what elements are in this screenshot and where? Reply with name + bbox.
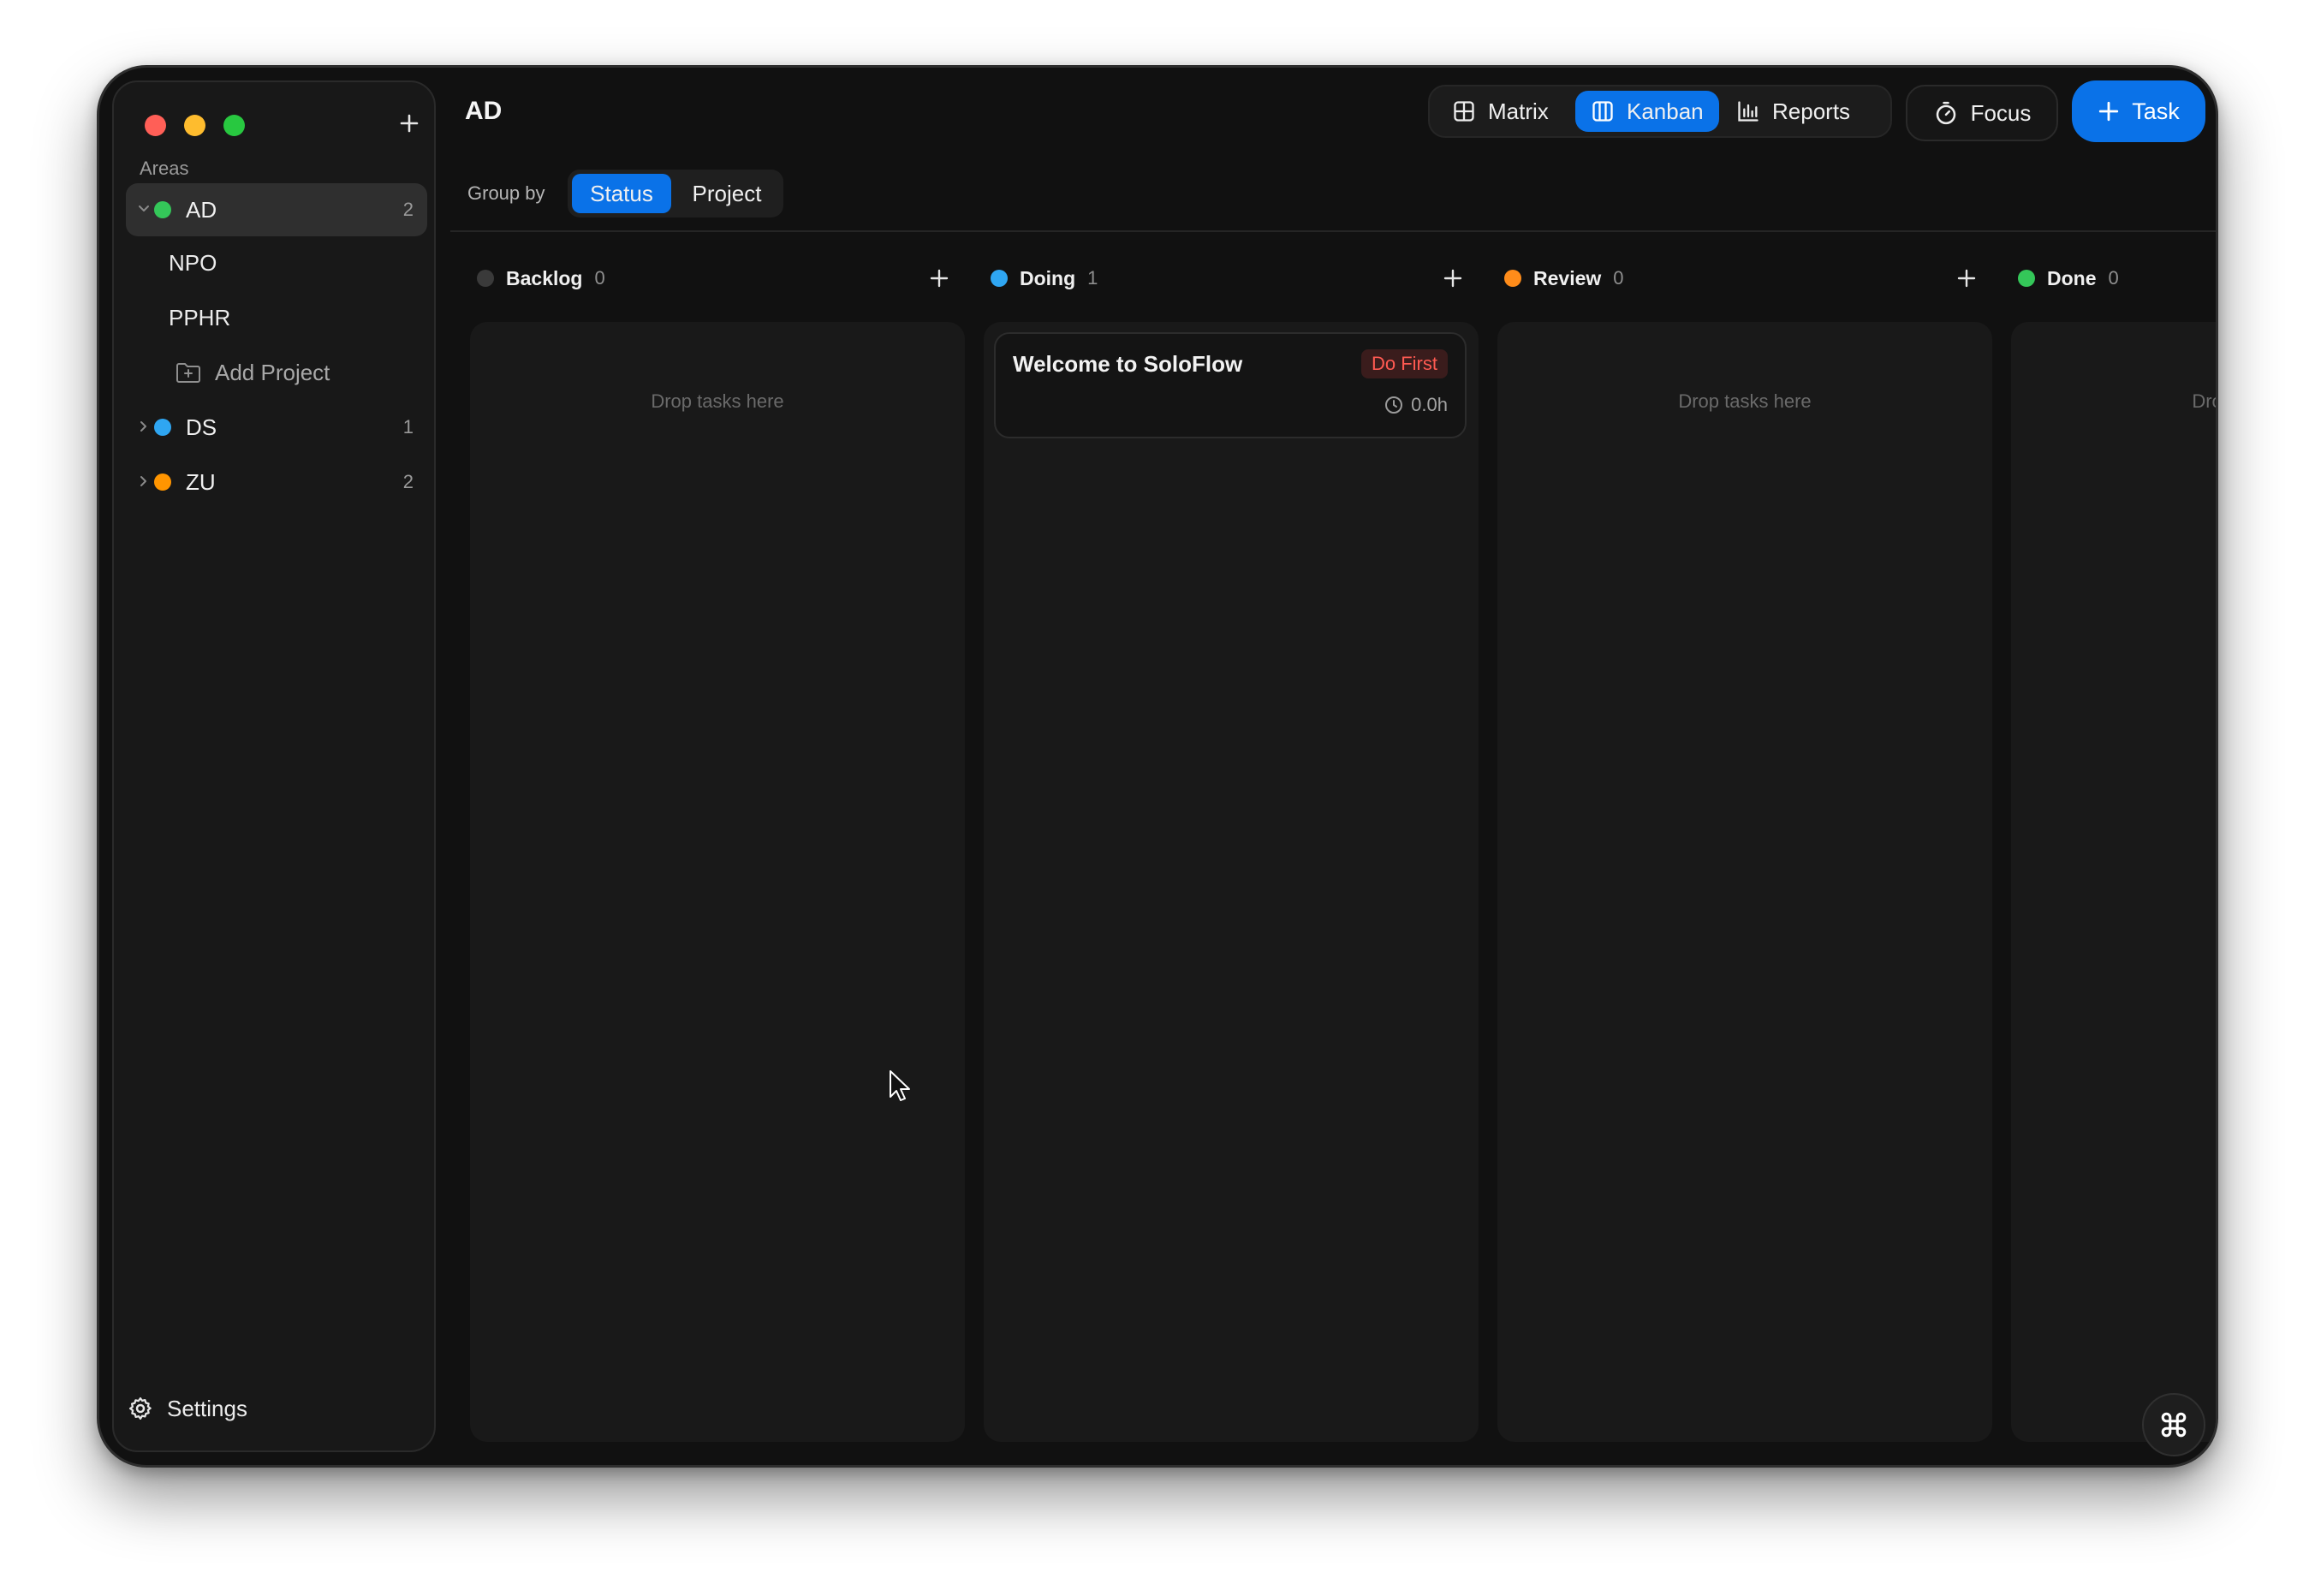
sidebar-area-count: 2 <box>402 471 414 492</box>
app-window: Areas AD 2 NPO PPHR Add Project DS 1 ZU <box>97 65 2218 1468</box>
area-color-dot <box>154 201 171 218</box>
plus-icon <box>1443 269 1462 288</box>
add-project-button[interactable]: Add Project <box>176 346 330 399</box>
area-color-dot <box>154 473 171 491</box>
sidebar-project-pphr[interactable]: PPHR <box>169 291 230 344</box>
command-icon <box>2161 1412 2187 1438</box>
sidebar: Areas AD 2 NPO PPHR Add Project DS 1 ZU <box>112 80 436 1452</box>
gear-icon <box>129 1397 152 1420</box>
tab-reports[interactable]: Reports <box>1721 91 1866 132</box>
kanban-icon <box>1592 101 1613 122</box>
plus-icon <box>2099 101 2119 122</box>
sidebar-area-label: DS <box>186 414 217 440</box>
folder-plus-icon <box>176 363 200 383</box>
chevron-right-icon[interactable] <box>134 472 153 491</box>
sidebar-area-zu[interactable]: ZU 2 <box>126 456 427 509</box>
settings-button[interactable]: Settings <box>128 1387 247 1430</box>
chevron-right-icon[interactable] <box>134 417 153 436</box>
kanban-column-doing[interactable] <box>984 322 1479 1442</box>
group-by-label: Group by <box>467 182 545 204</box>
column-header-doing: Doing 1 <box>991 261 1098 295</box>
maximize-window-button[interactable] <box>223 115 245 136</box>
task-card[interactable]: Welcome to SoloFlow Do First 0.0h <box>994 332 1467 438</box>
plus-icon <box>400 114 419 133</box>
grid-icon <box>1454 101 1474 122</box>
view-switcher: Matrix Kanban Reports <box>1428 85 1892 138</box>
kanban-column-backlog[interactable]: Drop tasks here <box>470 322 965 1442</box>
plus-icon <box>1957 269 1976 288</box>
tab-label: Kanban <box>1627 98 1704 124</box>
kanban-column-done[interactable]: Drop tasks here <box>2011 322 2216 1442</box>
tab-matrix[interactable]: Matrix <box>1437 91 1564 132</box>
status-dot <box>1504 270 1521 287</box>
window-controls <box>145 115 245 136</box>
status-dot <box>477 270 494 287</box>
settings-label: Settings <box>167 1395 247 1421</box>
kanban-column-review[interactable]: Drop tasks here <box>1497 322 1992 1442</box>
close-window-button[interactable] <box>145 115 166 136</box>
column-title: Doing <box>1020 266 1076 289</box>
add-area-button[interactable] <box>390 104 428 142</box>
column-header-review: Review 0 <box>1504 261 1624 295</box>
add-task-review-button[interactable] <box>1949 261 1984 295</box>
task-time-value: 0.0h <box>1411 394 1448 415</box>
column-count: 0 <box>2108 267 2119 289</box>
drop-zone-text: Drop tasks here <box>1678 390 1812 412</box>
add-task-backlog-button[interactable] <box>922 261 956 295</box>
plus-icon <box>930 269 949 288</box>
task-title: Welcome to SoloFlow <box>1013 351 1243 377</box>
mouse-cursor-icon <box>890 1070 910 1101</box>
column-title: Review <box>1533 266 1602 289</box>
status-dot <box>991 270 1008 287</box>
add-task-doing-button[interactable] <box>1436 261 1470 295</box>
focus-button[interactable]: Focus <box>1906 85 2058 141</box>
page-title: AD <box>465 97 503 125</box>
areas-heading: Areas <box>140 158 189 179</box>
timer-icon <box>1936 101 1955 125</box>
group-by-status[interactable]: Status <box>572 174 671 213</box>
column-title: Done <box>2047 266 2097 289</box>
sidebar-area-ad[interactable]: AD 2 <box>126 183 427 236</box>
chart-icon <box>1738 101 1759 122</box>
tab-kanban[interactable]: Kanban <box>1575 91 1719 132</box>
task-label: Task <box>2132 98 2180 124</box>
column-count: 0 <box>1613 267 1624 289</box>
column-count: 0 <box>594 267 605 289</box>
focus-label: Focus <box>1970 99 2032 126</box>
column-count: 1 <box>1087 267 1098 289</box>
column-header-done: Done 0 <box>2018 261 2119 295</box>
add-task-button[interactable]: Task <box>2072 80 2205 142</box>
task-time: 0.0h <box>1384 394 1448 416</box>
chevron-down-icon[interactable] <box>134 200 153 218</box>
drop-zone-text: Drop tasks here <box>2192 390 2216 412</box>
tab-label: Matrix <box>1488 98 1549 124</box>
column-header-backlog: Backlog 0 <box>477 261 605 295</box>
column-title: Backlog <box>506 266 583 289</box>
tab-label: Reports <box>1772 98 1851 124</box>
sidebar-area-count: 1 <box>402 416 414 438</box>
priority-badge: Do First <box>1361 349 1448 378</box>
add-project-label: Add Project <box>215 359 330 385</box>
group-by-switcher: Status Project <box>568 170 783 217</box>
sidebar-area-ds[interactable]: DS 1 <box>126 401 427 454</box>
area-color-dot <box>154 419 171 436</box>
drop-zone-text: Drop tasks here <box>651 390 784 412</box>
command-button[interactable] <box>2142 1393 2205 1456</box>
sidebar-area-label: AD <box>186 196 217 223</box>
sidebar-project-npo[interactable]: NPO <box>169 236 217 289</box>
sidebar-area-count: 2 <box>402 199 414 220</box>
header-divider <box>450 230 2216 232</box>
minimize-window-button[interactable] <box>184 115 205 136</box>
clock-icon <box>1385 396 1403 414</box>
sidebar-area-label: ZU <box>186 468 216 495</box>
status-dot <box>2018 270 2035 287</box>
group-by-project[interactable]: Project <box>675 174 779 213</box>
